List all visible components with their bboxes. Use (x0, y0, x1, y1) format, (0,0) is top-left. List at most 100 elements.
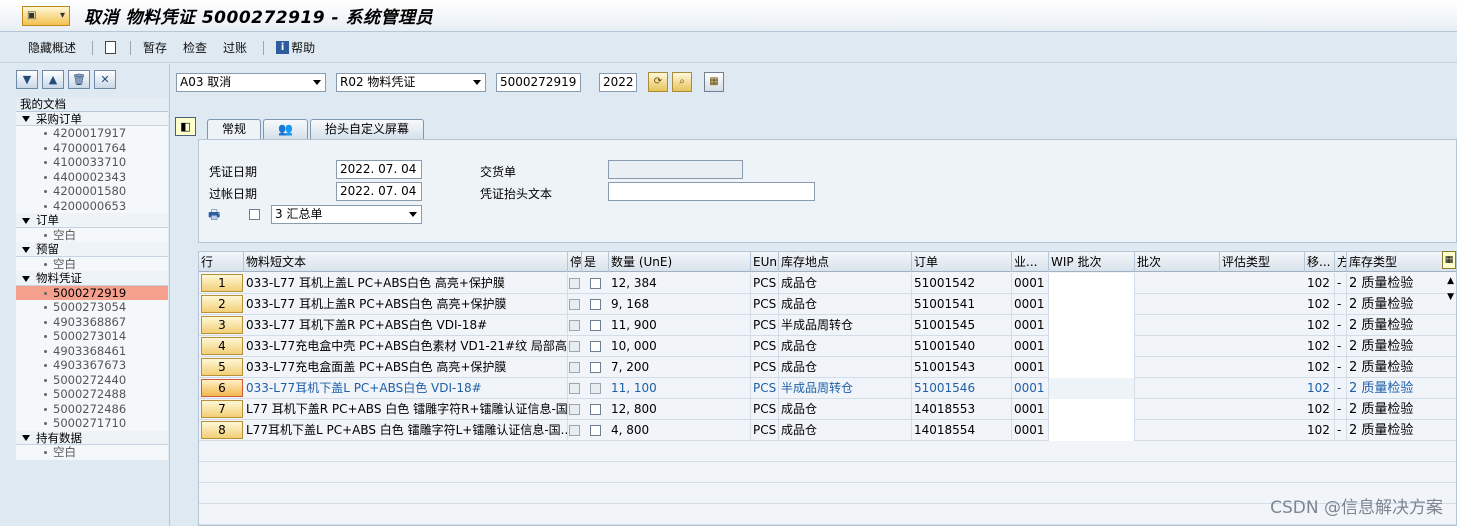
row-select-button[interactable]: 1 (201, 274, 243, 292)
tab-partner[interactable]: 👥 (263, 119, 308, 139)
help-button[interactable]: i 帮助 (276, 39, 315, 56)
item-ok-checkbox[interactable] (590, 341, 601, 352)
item-ok-checkbox[interactable] (590, 320, 601, 331)
grid-icon[interactable]: ▦ (704, 72, 724, 92)
expand-triangle-icon[interactable] (22, 116, 30, 122)
hide-overview-button[interactable]: 隐藏概述 (28, 39, 76, 56)
column-header[interactable]: 数量 (UnE) (609, 252, 751, 272)
tree-leaf[interactable]: 5000272486 (16, 401, 168, 416)
tree-leaf[interactable]: 4700001764 (16, 140, 168, 155)
tree-leaf[interactable]: 空白 (16, 227, 168, 242)
tree-leaf[interactable]: 5000271710 (16, 416, 168, 431)
row-select-button[interactable]: 8 (201, 421, 243, 439)
stop-checkbox[interactable] (569, 362, 580, 373)
column-header[interactable]: 库存类型 (1347, 252, 1456, 272)
tab-general[interactable]: 常规 (207, 119, 262, 139)
wip-batch-input[interactable] (1049, 294, 1135, 315)
item-ok-checkbox[interactable] (590, 425, 601, 436)
column-header[interactable]: 方 (1335, 252, 1347, 272)
header-text-input[interactable] (608, 182, 815, 201)
tree-leaf[interactable]: 4200000653 (16, 198, 168, 213)
column-header[interactable]: 订单 (912, 252, 1012, 272)
item-ok-checkbox[interactable] (590, 299, 601, 310)
tree-folder[interactable]: 采购订单 (16, 111, 168, 126)
row-select-button[interactable]: 2 (201, 295, 243, 313)
tree-leaf[interactable]: 空白 (16, 445, 168, 460)
tree-leaf[interactable]: 空白 (16, 256, 168, 271)
expand-triangle-icon[interactable] (22, 217, 30, 224)
toggle-header-icon[interactable]: ◧ (175, 117, 196, 136)
tab-custom-header[interactable]: 抬头自定义屏幕 (309, 119, 424, 139)
execute-icon[interactable]: ⟳ (648, 72, 668, 92)
tree-folder[interactable]: 物料凭证 (16, 271, 168, 286)
tree-leaf[interactable]: 5000272919 (16, 285, 168, 300)
wip-batch-input[interactable] (1049, 357, 1135, 378)
item-ok-checkbox[interactable] (590, 278, 601, 289)
tree-leaf[interactable]: 4200017917 (16, 126, 168, 141)
column-header[interactable]: 库存地点 (779, 252, 912, 272)
table-row[interactable]: 7 L77 耳机下盖R PC+ABS 白色 镭雕字符R+镭雕认证信息-国... 12… (199, 399, 1456, 420)
wip-batch-input[interactable] (1049, 399, 1135, 420)
reference-select[interactable]: R02 物料凭证 (336, 73, 486, 92)
row-select-button[interactable]: 5 (201, 358, 243, 376)
column-header[interactable]: 停 (568, 252, 582, 272)
row-select-button[interactable]: 3 (201, 316, 243, 334)
stop-checkbox[interactable] (569, 404, 580, 415)
binoculars-icon[interactable]: ⌕ (672, 72, 692, 92)
tree-leaf[interactable]: 4200001580 (16, 184, 168, 199)
expand-triangle-icon[interactable] (22, 275, 30, 282)
post-button[interactable]: 过账 (223, 39, 247, 56)
print-option-select[interactable]: 3 汇总单 (271, 205, 422, 224)
trash-icon[interactable]: 🗑 (68, 70, 90, 89)
print-checkbox[interactable] (249, 209, 260, 220)
table-settings-icon[interactable]: ▦ (1442, 251, 1456, 269)
column-header[interactable]: WIP 批次 (1049, 252, 1135, 272)
check-button[interactable]: 检查 (183, 39, 207, 56)
table-row[interactable]: 6 033-L77耳机下盖L PC+ABS白色 VDI-18# 11, 100 PCS… (199, 378, 1456, 399)
system-menu-button[interactable]: ▣ ▾ (22, 5, 70, 26)
stop-checkbox[interactable] (569, 425, 580, 436)
hold-button[interactable]: 暂存 (143, 39, 167, 56)
delivery-input[interactable] (608, 160, 743, 179)
table-row[interactable]: 5 033-L77充电盒面盖 PC+ABS白色 高亮+保护膜 7, 200 PCS 成品… (199, 357, 1456, 378)
item-ok-checkbox[interactable] (590, 404, 601, 415)
wip-batch-input[interactable] (1049, 273, 1135, 294)
expand-all-icon[interactable]: ▼ (16, 70, 38, 89)
scroll-up-icon[interactable]: ▲ (1447, 276, 1454, 286)
table-row[interactable]: 3 033-L77 耳机下盖R PC+ABS白色 VDI-18# 11, 900 PC… (199, 315, 1456, 336)
wip-batch-input[interactable] (1049, 378, 1135, 399)
post-date-input[interactable]: 2022. 07. 04 (336, 182, 422, 201)
column-header[interactable]: 行 (199, 252, 244, 272)
stop-checkbox[interactable] (569, 278, 580, 289)
column-header[interactable]: EUn (751, 252, 779, 272)
wip-batch-input[interactable] (1049, 336, 1135, 357)
stop-checkbox[interactable] (569, 383, 580, 394)
wip-batch-input[interactable] (1049, 315, 1135, 336)
tree-leaf[interactable]: 4400002343 (16, 169, 168, 184)
tree-leaf[interactable]: 5000273014 (16, 329, 168, 344)
expand-triangle-icon[interactable] (22, 246, 30, 253)
table-row[interactable]: 1 033-L77 耳机上盖L PC+ABS白色 高亮+保护膜 12, 384 PCS… (199, 273, 1456, 294)
collapse-all-icon[interactable]: ▲ (42, 70, 64, 89)
stop-checkbox[interactable] (569, 341, 580, 352)
tree-leaf[interactable]: 4903368867 (16, 314, 168, 329)
tree-folder[interactable]: 订单 (16, 213, 168, 228)
column-header[interactable]: 是 (582, 252, 609, 272)
item-ok-checkbox[interactable] (590, 383, 601, 394)
stop-checkbox[interactable] (569, 320, 580, 331)
tree-leaf[interactable]: 4100033710 (16, 155, 168, 170)
table-row[interactable]: 8 L77耳机下盖L PC+ABS 白色 镭雕字符L+镭雕认证信息-国... 4, … (199, 420, 1456, 441)
expand-triangle-icon[interactable] (22, 435, 30, 441)
tree-folder[interactable]: 持有数据 (16, 430, 168, 445)
stop-checkbox[interactable] (569, 299, 580, 310)
column-header[interactable]: 评估类型 (1220, 252, 1305, 272)
item-ok-checkbox[interactable] (590, 362, 601, 373)
column-header[interactable]: 移... (1305, 252, 1335, 272)
scroll-down-icon[interactable]: ▼ (1447, 292, 1454, 302)
doc-date-input[interactable]: 2022. 07. 04 (336, 160, 422, 179)
row-select-button[interactable]: 4 (201, 337, 243, 355)
new-document-icon[interactable] (105, 41, 117, 54)
tree-leaf[interactable]: 5000272488 (16, 387, 168, 402)
wip-batch-input[interactable] (1049, 420, 1135, 441)
year-input[interactable]: 2022 (599, 73, 637, 92)
